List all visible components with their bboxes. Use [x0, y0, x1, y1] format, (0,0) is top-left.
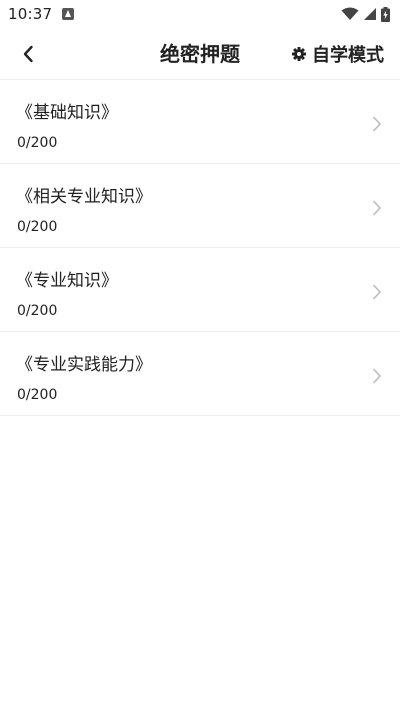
- app-header: 绝密押题 自学模式: [0, 28, 400, 80]
- status-time: 10:37: [8, 5, 53, 23]
- list-item-basic-knowledge[interactable]: 《基础知识》 0/200: [0, 80, 400, 164]
- list-item-title: 《专业实践能力》: [16, 355, 152, 375]
- list-item-title: 《专业知识》: [16, 271, 118, 291]
- app-notification-icon: [62, 8, 75, 20]
- list-item-related-professional-knowledge[interactable]: 《相关专业知识》 0/200: [0, 164, 400, 248]
- signal-icon: [364, 8, 376, 20]
- list-item-title: 《相关专业知识》: [16, 187, 152, 207]
- self-study-mode-button[interactable]: 自学模式: [292, 28, 384, 80]
- list-item-progress: 0/200: [17, 135, 58, 151]
- battery-charging-icon: [381, 6, 390, 22]
- status-left: 10:37: [8, 5, 75, 23]
- chevron-right-icon: [373, 116, 381, 132]
- chevron-left-icon: [23, 45, 33, 63]
- status-right: [341, 6, 390, 22]
- list-item-professional-practice[interactable]: 《专业实践能力》 0/200: [0, 332, 400, 416]
- self-study-mode-label: 自学模式: [312, 45, 384, 66]
- list-item-professional-knowledge[interactable]: 《专业知识》 0/200: [0, 248, 400, 332]
- list-item-title: 《基础知识》: [16, 103, 118, 123]
- chevron-right-icon: [373, 368, 381, 384]
- list-item-progress: 0/200: [17, 219, 58, 235]
- chevron-right-icon: [373, 284, 381, 300]
- list-item-progress: 0/200: [17, 303, 58, 319]
- subject-list: 《基础知识》 0/200 《相关专业知识》 0/200 《专业知识》 0/200…: [0, 80, 400, 416]
- chevron-right-icon: [373, 200, 381, 216]
- status-bar: 10:37: [0, 0, 400, 28]
- wifi-icon: [341, 7, 359, 20]
- gear-icon: [292, 47, 306, 61]
- list-item-progress: 0/200: [17, 387, 58, 403]
- back-button[interactable]: [14, 40, 42, 68]
